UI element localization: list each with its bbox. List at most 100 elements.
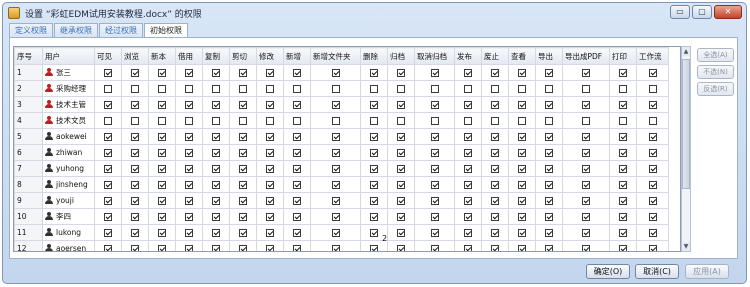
permission-checkbox[interactable] xyxy=(397,133,405,141)
column-header[interactable]: 序号 xyxy=(14,47,43,65)
permission-checkbox[interactable] xyxy=(370,133,378,141)
table-row[interactable]: 4 技术文员 xyxy=(14,112,669,129)
permission-checkbox[interactable] xyxy=(104,149,112,157)
minimize-button[interactable]: ▭ xyxy=(670,5,690,19)
permission-checkbox[interactable] xyxy=(545,245,553,251)
permission-checkbox[interactable] xyxy=(582,245,590,251)
permission-checkbox[interactable] xyxy=(131,149,139,157)
permission-checkbox[interactable] xyxy=(545,197,553,205)
permission-checkbox[interactable] xyxy=(518,181,526,189)
permission-checkbox[interactable] xyxy=(648,229,657,237)
column-header[interactable]: 用户 xyxy=(42,47,95,65)
permission-checkbox[interactable] xyxy=(266,85,274,93)
permission-checkbox[interactable] xyxy=(185,229,193,237)
column-header[interactable]: 可见 xyxy=(94,47,122,65)
permission-checkbox[interactable] xyxy=(545,133,553,141)
permission-checkbox[interactable] xyxy=(491,181,499,189)
permission-checkbox[interactable] xyxy=(293,213,301,221)
permission-checkbox[interactable] xyxy=(185,197,193,205)
permission-checkbox[interactable] xyxy=(464,69,472,77)
permission-checkbox[interactable] xyxy=(185,133,193,141)
permission-checkbox[interactable] xyxy=(464,229,472,237)
permission-checkbox[interactable] xyxy=(266,69,274,77)
permission-checkbox[interactable] xyxy=(464,133,472,141)
permission-checkbox[interactable] xyxy=(158,181,166,189)
permission-checkbox[interactable] xyxy=(293,133,301,141)
permission-checkbox[interactable] xyxy=(104,213,112,221)
permission-checkbox[interactable] xyxy=(491,165,499,173)
permission-checkbox[interactable] xyxy=(619,165,627,173)
column-header[interactable]: 剪切 xyxy=(229,47,257,65)
permission-checkbox[interactable] xyxy=(491,85,499,93)
permission-checkbox[interactable] xyxy=(158,245,166,251)
permission-checkbox[interactable] xyxy=(370,229,378,237)
permission-checkbox[interactable] xyxy=(619,213,627,221)
permission-checkbox[interactable] xyxy=(104,101,112,109)
column-header[interactable]: 取消归档 xyxy=(414,47,455,65)
permission-checkbox[interactable] xyxy=(212,245,220,251)
permission-checkbox[interactable] xyxy=(239,229,247,237)
invert-selection-button[interactable]: 反选(R) xyxy=(697,82,734,96)
permission-checkbox[interactable] xyxy=(518,245,526,251)
permission-checkbox[interactable] xyxy=(185,213,193,221)
permission-checkbox[interactable] xyxy=(370,197,378,205)
permission-checkbox[interactable] xyxy=(430,101,439,109)
permission-checkbox[interactable] xyxy=(545,229,553,237)
permission-checkbox[interactable] xyxy=(464,165,472,173)
permission-checkbox[interactable] xyxy=(331,117,340,125)
permission-checkbox[interactable] xyxy=(266,213,274,221)
column-header[interactable]: 复制 xyxy=(202,47,230,65)
select-all-button[interactable]: 全选(A) xyxy=(697,48,734,62)
permission-checkbox[interactable] xyxy=(131,69,139,77)
permission-checkbox[interactable] xyxy=(212,229,220,237)
permission-checkbox[interactable] xyxy=(370,101,378,109)
permission-checkbox[interactable] xyxy=(293,165,301,173)
permission-checkbox[interactable] xyxy=(397,101,405,109)
permission-checkbox[interactable] xyxy=(648,181,657,189)
permission-checkbox[interactable] xyxy=(430,181,439,189)
permission-checkbox[interactable] xyxy=(491,117,499,125)
permission-checkbox[interactable] xyxy=(518,229,526,237)
permission-checkbox[interactable] xyxy=(293,85,301,93)
permission-checkbox[interactable] xyxy=(619,229,627,237)
column-header[interactable]: 工作流 xyxy=(636,47,669,65)
permission-checkbox[interactable] xyxy=(331,213,340,221)
column-header[interactable]: 导出成PDF xyxy=(562,47,610,65)
permission-checkbox[interactable] xyxy=(397,69,405,77)
permission-checkbox[interactable] xyxy=(619,149,627,157)
permission-checkbox[interactable] xyxy=(619,133,627,141)
close-button[interactable]: ✕ xyxy=(714,5,742,19)
permission-checkbox[interactable] xyxy=(491,133,499,141)
permission-checkbox[interactable] xyxy=(185,117,193,125)
permission-checkbox[interactable] xyxy=(397,85,405,93)
permission-checkbox[interactable] xyxy=(619,245,627,251)
permission-checkbox[interactable] xyxy=(158,133,166,141)
permission-checkbox[interactable] xyxy=(464,197,472,205)
permission-checkbox[interactable] xyxy=(464,213,472,221)
column-header[interactable]: 导出 xyxy=(535,47,563,65)
vertical-scrollbar[interactable]: ▲ ▼ xyxy=(681,46,691,252)
permission-checkbox[interactable] xyxy=(464,245,472,251)
permission-checkbox[interactable] xyxy=(158,213,166,221)
permission-checkbox[interactable] xyxy=(491,101,499,109)
permission-checkbox[interactable] xyxy=(397,213,405,221)
permission-checkbox[interactable] xyxy=(397,149,405,157)
tab-effective-permissions[interactable]: 经过权限 xyxy=(99,23,143,37)
scroll-thumb[interactable] xyxy=(682,59,690,189)
permission-checkbox[interactable] xyxy=(430,213,439,221)
permission-checkbox[interactable] xyxy=(212,85,220,93)
permission-checkbox[interactable] xyxy=(239,165,247,173)
permission-checkbox[interactable] xyxy=(239,85,247,93)
apply-button[interactable]: 应用(A) xyxy=(685,264,729,279)
permission-checkbox[interactable] xyxy=(104,165,112,173)
permission-checkbox[interactable] xyxy=(239,117,247,125)
scroll-down-icon[interactable]: ▼ xyxy=(682,242,690,251)
permission-checkbox[interactable] xyxy=(331,133,340,141)
column-header[interactable]: 归档 xyxy=(387,47,415,65)
permission-checkbox[interactable] xyxy=(131,101,139,109)
permission-checkbox[interactable] xyxy=(266,197,274,205)
permission-checkbox[interactable] xyxy=(545,213,553,221)
permission-checkbox[interactable] xyxy=(619,117,627,125)
permission-checkbox[interactable] xyxy=(582,69,590,77)
permission-checkbox[interactable] xyxy=(430,85,439,93)
